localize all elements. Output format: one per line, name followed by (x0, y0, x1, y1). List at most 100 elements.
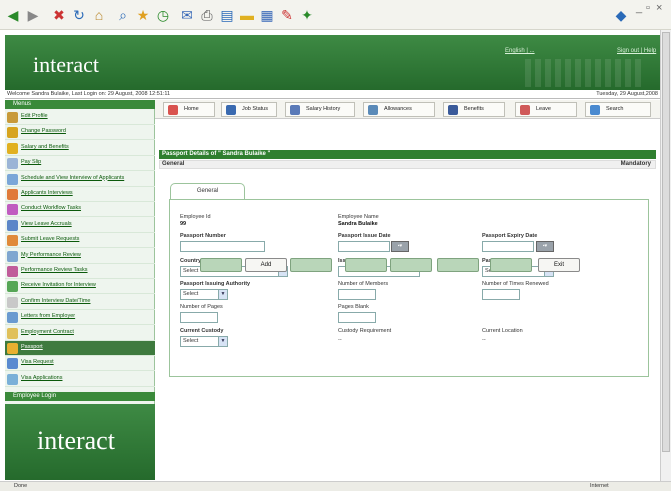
tab-general[interactable]: General (170, 183, 245, 199)
search-icon[interactable]: ⌕ (114, 6, 132, 24)
sidebar-item[interactable]: Conduct Workflow Tasks (5, 202, 155, 218)
stop-icon[interactable]: ✖ (50, 6, 68, 24)
current-custody-select-value: Select (183, 338, 199, 344)
employee-name-label: Employee Name (338, 214, 379, 220)
history-icon[interactable]: ◷ (154, 6, 172, 24)
nav-item[interactable]: Leave (515, 102, 577, 117)
sidebar-item[interactable]: Submit Leave Requests (5, 233, 155, 249)
sidebar-employee-login[interactable]: Employee Login (5, 392, 155, 401)
home-icon[interactable]: ⌂ (90, 6, 108, 24)
sidebar-item[interactable]: View Leave Accruals (5, 218, 155, 233)
sidebar-item[interactable]: Schedule and View Interview of Applicant… (5, 172, 155, 187)
sidebar-item-icon (7, 173, 18, 185)
current-custody-select[interactable]: Select ▼ (180, 336, 228, 347)
times-renewed-input[interactable] (482, 289, 520, 300)
zone-text: Internet (590, 483, 609, 489)
nav-item[interactable]: Benefits (443, 102, 505, 117)
browser-toolbar: ◀ ▶ ✖ ↻ ⌂ ⌕ ★ ◷ ✉ ⎙ ▤ ▬ ▦ ✎ ✦ ◆ _ ▫ × (0, 0, 671, 30)
sidebar-item[interactable]: Salary and Benefits (5, 141, 155, 156)
sidebar-item-label: Edit Profile (21, 113, 48, 119)
disabled-action-button (290, 258, 332, 272)
chevron-down-icon: ▼ (218, 337, 227, 346)
add-button[interactable]: Add (245, 258, 287, 272)
sign-out-link[interactable]: Sign out | Help (617, 48, 656, 54)
nav-item[interactable]: Job Status (221, 102, 277, 117)
tools-icon[interactable]: ✦ (298, 6, 316, 24)
sidebar-item[interactable]: My Performance Review (5, 249, 155, 264)
current-location-label: Current Location (482, 328, 523, 334)
sidebar-item-label: Receive Invitation for Interview (21, 282, 96, 289)
sidebar-item[interactable]: Confirm Interview Date/Time (5, 295, 155, 310)
forward-icon[interactable]: ▶ (24, 6, 42, 24)
sidebar-item-icon (7, 158, 18, 170)
passport-number-input[interactable] (180, 241, 265, 252)
research-icon[interactable]: ✎ (278, 6, 296, 24)
sidebar-item[interactable]: Visa Applications (5, 372, 155, 387)
number-of-members-input[interactable] (338, 289, 376, 300)
nav-item[interactable]: Search (585, 102, 651, 117)
top-nav: Home Job Status Salary History Allowances Be… (155, 100, 660, 119)
sidebar-item-icon (7, 204, 18, 216)
messenger-icon[interactable]: ▦ (258, 6, 276, 24)
nav-item-label: Allowances (384, 106, 412, 112)
disabled-action-button (490, 258, 532, 272)
sidebar-item[interactable]: Receive Invitation for Interview (5, 279, 155, 295)
section-title: General (162, 161, 185, 167)
disabled-action-button (437, 258, 479, 272)
print-icon[interactable]: ⎙ (198, 6, 216, 24)
employee-id-value: 99 (180, 221, 187, 227)
favorites-icon[interactable]: ★ (134, 6, 152, 24)
sidebar-item-label: Performance Review Tasks (21, 267, 88, 273)
language-link[interactable]: English | ... (505, 48, 535, 54)
sidebar-item[interactable]: Letters from Employer (5, 310, 155, 326)
sidebar-item-icon (7, 142, 18, 154)
passport-issue-date-input[interactable] (338, 241, 390, 252)
sidebar-item-icon (7, 312, 18, 324)
refresh-icon[interactable]: ↻ (70, 6, 88, 24)
issuing-authority-select[interactable]: Select ▼ (180, 289, 228, 300)
country-label: Country (180, 258, 202, 264)
chevron-down-icon: ▼ (218, 290, 227, 299)
sidebar-item[interactable]: Passport (5, 341, 155, 356)
sidebar-item[interactable]: Change Password (5, 125, 155, 141)
pages-blank-input[interactable] (338, 312, 376, 323)
nav-item-label: Benefits (464, 106, 484, 112)
edit-icon[interactable]: ▤ (218, 6, 236, 24)
mail-icon[interactable]: ✉ (178, 6, 196, 24)
app-logo: interact (33, 52, 99, 77)
nav-item[interactable]: Salary History (285, 102, 355, 117)
status-bar: Done Internet (0, 481, 671, 491)
nav-item-label: Home (184, 106, 199, 112)
sidebar-item-icon (7, 358, 18, 370)
sidebar-item[interactable]: Edit Profile (5, 110, 155, 125)
close-icon[interactable]: × (656, 2, 662, 14)
sidebar-item-label: Applicants Interviews (21, 190, 73, 196)
sidebar-logo: interact (37, 426, 115, 455)
passport-expiry-date-input[interactable] (482, 241, 534, 252)
sidebar-item-label: Pay Slip (21, 159, 42, 166)
sidebar-item-icon (7, 327, 18, 339)
issue-date-calendar-button[interactable]: ▪▾ (391, 241, 409, 252)
current-custody-label: Current Custody (180, 328, 224, 334)
sidebar-item-icon (7, 219, 18, 231)
sidebar-item[interactable]: Visa Request (5, 356, 155, 372)
folder-icon[interactable]: ▬ (238, 6, 256, 24)
back-icon[interactable]: ◀ (4, 6, 22, 24)
sidebar-item[interactable]: Pay Slip (5, 156, 155, 172)
sidebar-item[interactable]: Applicants Interviews (5, 187, 155, 202)
disabled-action-button (200, 258, 242, 272)
nav-item-icon (226, 105, 236, 115)
scrollbar-thumb[interactable] (662, 32, 670, 452)
number-of-pages-input[interactable] (180, 312, 218, 323)
maximize-icon[interactable]: ▫ (646, 2, 650, 14)
sidebar-item-icon (7, 250, 18, 262)
minimize-icon[interactable]: _ (636, 2, 642, 14)
sidebar-item[interactable]: Performance Review Tasks (5, 264, 155, 279)
nav-item[interactable]: Allowances (363, 102, 435, 117)
pages-blank-label: Pages Blank (338, 304, 369, 310)
vertical-scrollbar[interactable] (660, 30, 671, 481)
sidebar-item[interactable]: Employment Contract (5, 326, 155, 341)
expiry-date-calendar-button[interactable]: ▪▾ (536, 241, 554, 252)
nav-item[interactable]: Home (163, 102, 215, 117)
exit-button[interactable]: Exit (538, 258, 580, 272)
